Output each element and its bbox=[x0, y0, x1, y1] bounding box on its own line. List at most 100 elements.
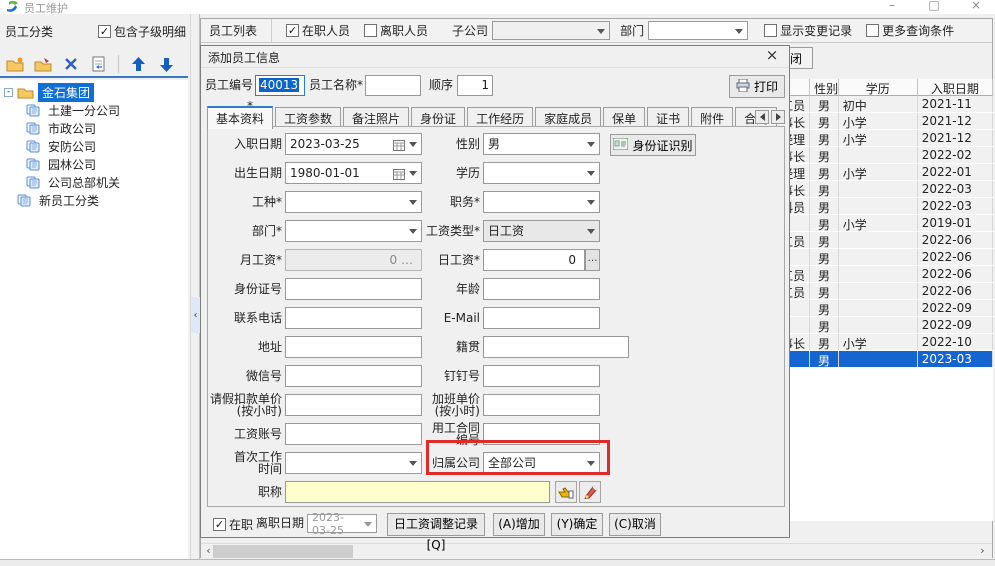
document-icon bbox=[26, 104, 40, 117]
table-cell bbox=[839, 266, 918, 282]
scroll-right-icon[interactable]: › bbox=[975, 544, 990, 559]
table-cell: 初中 bbox=[839, 96, 918, 112]
emp-no-input[interactable]: 40013 bbox=[255, 75, 305, 96]
dialog-title: 添加员工信息 bbox=[208, 49, 280, 66]
tree-item[interactable]: 新员工分类 bbox=[0, 191, 188, 209]
document-icon bbox=[26, 158, 40, 171]
tab-3[interactable]: 身份证 bbox=[411, 107, 465, 127]
tab-scroll-right-icon[interactable] bbox=[771, 110, 785, 124]
tab-6[interactable]: 保单 bbox=[603, 107, 645, 127]
bottom-bar bbox=[0, 559, 995, 566]
tree-item[interactable]: 土建一分公司 bbox=[0, 101, 188, 119]
subsidiary-select[interactable] bbox=[492, 21, 610, 40]
tree-item-label: 安防公司 bbox=[44, 137, 100, 156]
form-field[interactable]: 男 bbox=[483, 133, 600, 155]
resigned-employees-checkbox[interactable]: 离职人员 bbox=[364, 22, 428, 39]
dialog-close-icon[interactable]: × bbox=[763, 46, 781, 64]
scrollbar-thumb[interactable] bbox=[213, 545, 353, 558]
form-field[interactable]: 0 bbox=[483, 249, 585, 271]
order-input[interactable]: 1 bbox=[457, 75, 493, 96]
move-up-icon[interactable] bbox=[127, 53, 149, 75]
tab-7[interactable]: 证书 bbox=[647, 107, 689, 127]
maximize-button[interactable]: □ bbox=[922, 0, 946, 12]
expand-collapse-icon[interactable]: - bbox=[4, 88, 13, 97]
move-down-icon[interactable] bbox=[155, 53, 177, 75]
edit-folder-icon[interactable] bbox=[32, 53, 54, 75]
more-filters-checkbox[interactable]: 更多查询条件 bbox=[866, 22, 954, 39]
tree-item[interactable]: -金石集团 bbox=[0, 83, 188, 101]
panel-splitter[interactable]: ‹ bbox=[190, 14, 200, 566]
ellipsis-button[interactable]: … bbox=[585, 249, 600, 271]
tab-scroll-left-icon[interactable] bbox=[755, 110, 769, 124]
tab-4[interactable]: 工作经历 bbox=[467, 107, 533, 127]
form-field[interactable]: 全部公司 bbox=[483, 452, 600, 474]
form-row: 地址籍贯 bbox=[208, 336, 786, 358]
form-field[interactable] bbox=[483, 162, 600, 184]
active-checkbox[interactable]: ✓ 在职 bbox=[213, 516, 253, 533]
job-title-input[interactable] bbox=[285, 481, 550, 503]
checkbox-icon bbox=[866, 24, 879, 37]
delete-icon[interactable] bbox=[60, 53, 82, 75]
form-label: 钉钉号 bbox=[388, 365, 480, 387]
table-cell: 男 bbox=[810, 232, 839, 248]
include-sub-checkbox[interactable]: ✓ 包含子级明细 bbox=[98, 23, 186, 40]
form-field[interactable] bbox=[483, 365, 600, 387]
form-field[interactable] bbox=[483, 191, 600, 213]
form-field[interactable] bbox=[483, 336, 629, 358]
form-label: 出生日期 bbox=[208, 162, 282, 184]
column-header[interactable]: 学历 bbox=[839, 79, 918, 96]
resign-date-select[interactable]: 2023-03-25 bbox=[307, 514, 377, 533]
form-field[interactable]: 日工资 bbox=[483, 220, 600, 242]
tab-8[interactable]: 附件 bbox=[691, 107, 733, 127]
hand-pick-icon[interactable] bbox=[555, 481, 577, 503]
cancel-button[interactable]: (C)取消 bbox=[609, 513, 661, 536]
ok-button[interactable]: (Y)确定 bbox=[551, 513, 603, 536]
horizontal-scrollbar[interactable]: ‹ › bbox=[201, 543, 992, 558]
form-label: 地址 bbox=[208, 336, 282, 358]
emp-no-value: 40013 bbox=[259, 78, 299, 92]
form-field[interactable] bbox=[483, 423, 600, 445]
add-button[interactable]: (A)增加 bbox=[493, 513, 545, 536]
form-label: 请假扣款单价 (按小时) bbox=[208, 394, 282, 416]
form-label: 归属公司 bbox=[388, 452, 480, 474]
minimize-button[interactable]: – bbox=[880, 0, 904, 12]
field-value: 日工资 bbox=[488, 224, 524, 238]
print-button[interactable]: 打印 bbox=[729, 75, 785, 98]
table-cell: 2022-03 bbox=[918, 198, 993, 214]
tab-2[interactable]: 备注照片 bbox=[343, 107, 409, 127]
table-cell bbox=[839, 249, 918, 265]
add-folder-icon[interactable] bbox=[4, 53, 26, 75]
active-employees-checkbox[interactable]: ✓ 在职人员 bbox=[286, 22, 350, 39]
form-field[interactable] bbox=[483, 307, 600, 329]
emp-name-input[interactable] bbox=[365, 75, 421, 96]
edit-pencil-icon[interactable] bbox=[579, 481, 601, 503]
refresh-doc-icon[interactable] bbox=[88, 53, 110, 75]
more-filters-label: 更多查询条件 bbox=[882, 22, 954, 39]
tree-item[interactable]: 市政公司 bbox=[0, 119, 188, 137]
department-select[interactable] bbox=[648, 21, 748, 40]
show-changes-checkbox[interactable]: 显示变更记录 bbox=[764, 22, 852, 39]
collapse-chevron-icon[interactable]: ‹ bbox=[191, 297, 200, 333]
column-header[interactable]: 性别 bbox=[810, 79, 839, 96]
tree-item[interactable]: 安防公司 bbox=[0, 137, 188, 155]
category-tree: -金石集团土建一分公司市政公司安防公司园林公司公司总部机关新员工分类 bbox=[0, 80, 188, 566]
table-cell bbox=[839, 232, 918, 248]
close-window-button[interactable]: × bbox=[964, 0, 988, 12]
table-cell: 小学 bbox=[839, 334, 918, 350]
table-cell: 2019-01 bbox=[918, 215, 993, 231]
form-label: 首次工作 时间 bbox=[208, 452, 282, 474]
tab-active[interactable]: 基本资料 bbox=[207, 106, 273, 129]
column-header[interactable]: 入职日期 bbox=[918, 79, 993, 96]
form-label: 微信号 bbox=[208, 365, 282, 387]
table-cell: 男 bbox=[810, 300, 839, 316]
tree-item[interactable]: 公司总部机关 bbox=[0, 173, 188, 191]
table-cell: 男 bbox=[810, 266, 839, 282]
form-label: 工资账号 bbox=[208, 423, 282, 445]
tab-1[interactable]: 工资参数 bbox=[275, 107, 341, 127]
form-field[interactable] bbox=[483, 278, 600, 300]
tree-item[interactable]: 园林公司 bbox=[0, 155, 188, 173]
form-field[interactable] bbox=[483, 394, 600, 416]
tab-5[interactable]: 家庭成员 bbox=[535, 107, 601, 127]
tree-item-label: 市政公司 bbox=[44, 119, 100, 138]
daily-wage-adjust-button[interactable]: 日工资调整记录[Q] bbox=[387, 513, 485, 536]
